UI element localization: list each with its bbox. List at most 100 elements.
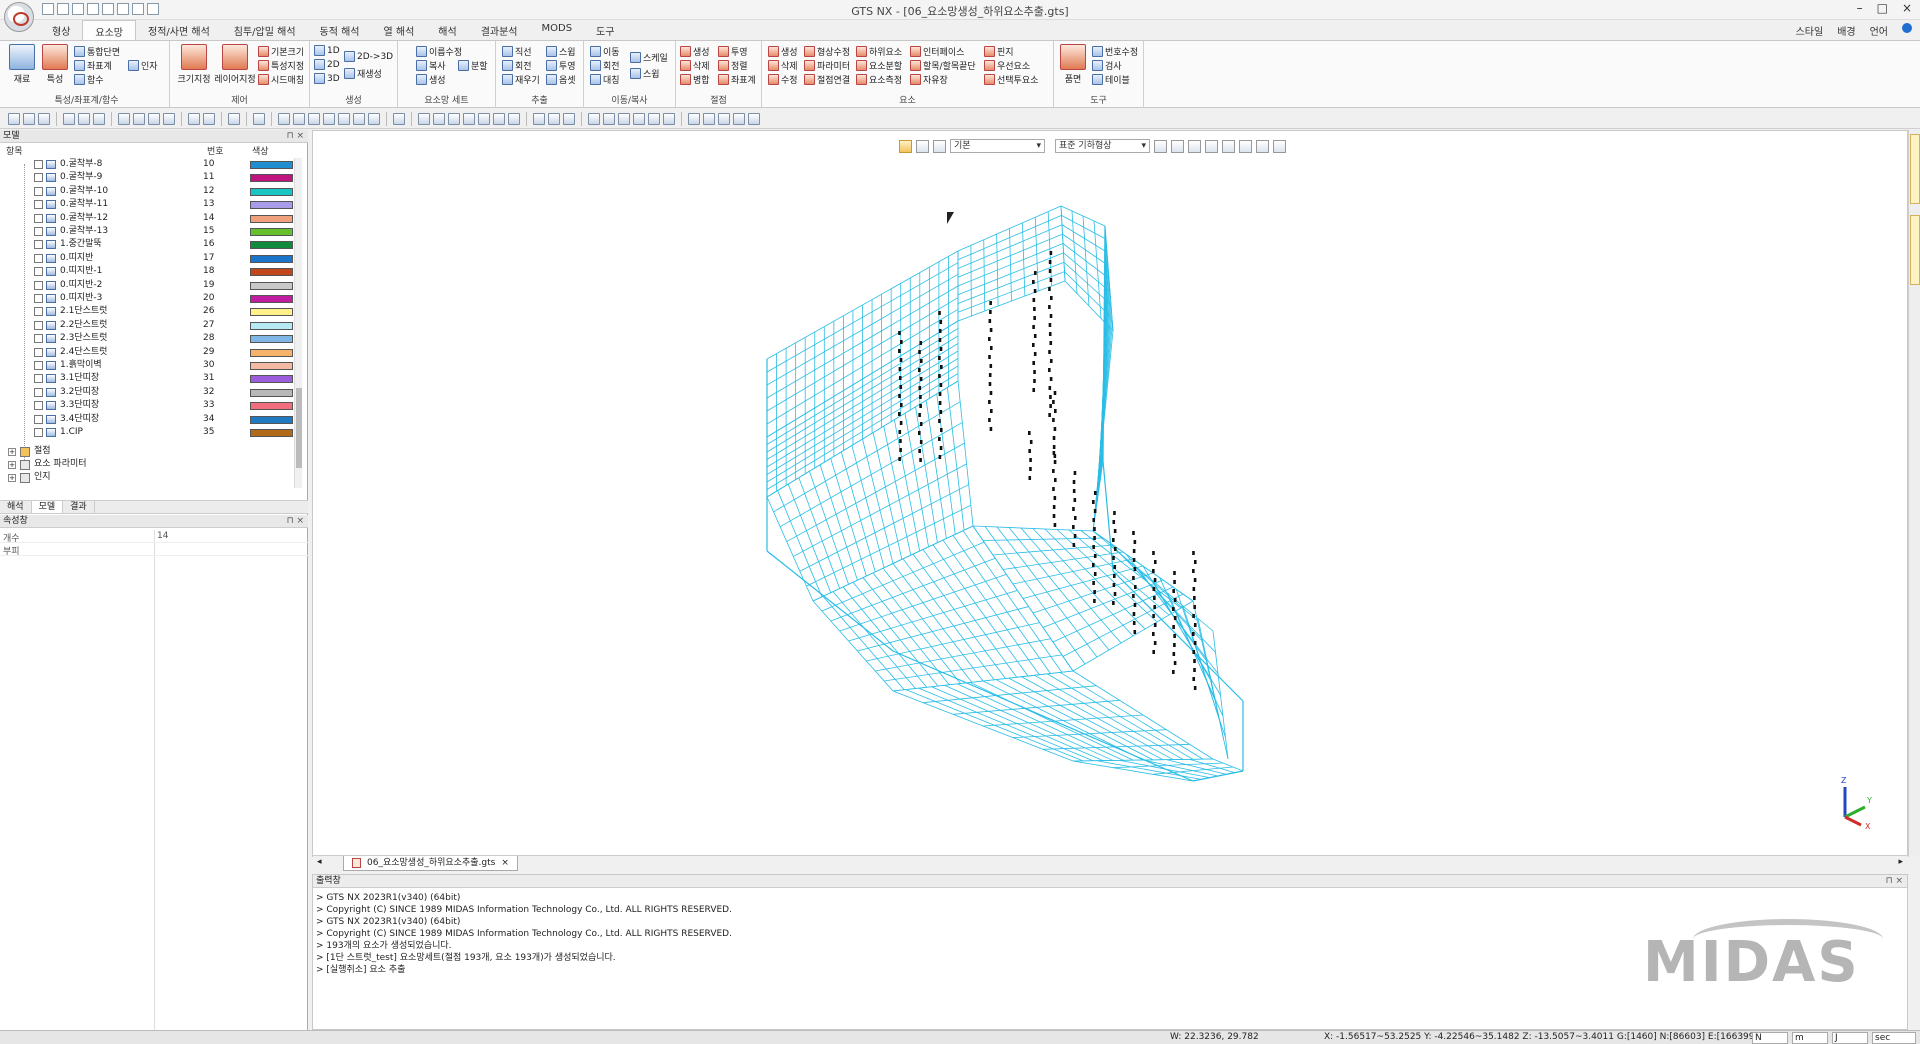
element-create-button[interactable]: 생성 — [768, 45, 798, 58]
factor-button[interactable]: 인자 — [128, 59, 158, 72]
coordinate-button[interactable]: 좌표계 — [74, 59, 112, 72]
size-button[interactable]: 크기지정 — [176, 44, 212, 85]
tab-analysis[interactable]: 해석 — [426, 20, 468, 40]
section-button[interactable]: 통합단면 — [74, 45, 120, 58]
base-size-button[interactable]: 기본크기 — [258, 45, 304, 58]
color-swatch[interactable] — [250, 348, 293, 357]
rename-button[interactable]: 이름수정 — [416, 45, 462, 58]
tree-item-mesh-set[interactable]: 0.띠지반-1 18 — [0, 265, 300, 278]
color-swatch[interactable] — [250, 254, 293, 263]
tab-mesh[interactable]: 요소망 — [82, 20, 137, 40]
visibility-checkbox[interactable] — [34, 361, 43, 370]
panel-pin-close-icon[interactable]: ⊓ × — [287, 515, 304, 527]
view-top-icon[interactable] — [648, 112, 660, 125]
color-swatch[interactable] — [250, 388, 293, 397]
node-delete-button[interactable]: 삭제 — [680, 59, 710, 72]
move-button[interactable]: 이동 — [590, 45, 620, 58]
workplane-icon[interactable] — [148, 112, 160, 125]
language-menu[interactable]: 언어 — [1870, 23, 1888, 38]
dock-tab-2[interactable] — [1910, 215, 1920, 285]
visibility-checkbox[interactable] — [34, 213, 43, 223]
tree-item-mesh-set[interactable]: 2.1단스트럿 26 — [0, 305, 300, 318]
node-merge-button[interactable]: 병합 — [680, 73, 710, 86]
priority-element-button[interactable]: 우선요소 — [984, 59, 1030, 72]
rotate-button[interactable]: 회전 — [590, 59, 620, 72]
panel-pin-close-icon[interactable]: ⊓ × — [1886, 875, 1903, 887]
expand-icon[interactable]: + — [8, 447, 16, 456]
view-front-icon[interactable] — [588, 112, 600, 125]
copy-set-button[interactable]: 복사 — [416, 59, 446, 72]
tab-analysis-tree[interactable]: 해석 — [0, 501, 32, 513]
style-menu[interactable]: 스타일 — [1796, 23, 1824, 38]
time-unit-select[interactable]: sec — [1872, 1032, 1916, 1044]
copy-view-icon[interactable] — [188, 112, 200, 125]
visibility-checkbox[interactable] — [34, 160, 43, 169]
mesh-wireframe-model[interactable] — [313, 131, 1909, 853]
query-element-icon[interactable] — [368, 112, 380, 125]
visibility-checkbox[interactable] — [34, 294, 43, 303]
tab-static-slope[interactable]: 정적/사면 해석 — [136, 20, 222, 40]
shading-icon[interactable] — [718, 112, 730, 125]
visibility-checkbox[interactable] — [34, 414, 43, 424]
query-icon[interactable] — [338, 112, 350, 125]
book-icon[interactable] — [253, 112, 265, 125]
tab-dynamic[interactable]: 동적 해석 — [308, 20, 372, 40]
tree-item-mesh-set[interactable]: 0.굴착부-10 12 — [0, 185, 300, 198]
node-connect-button[interactable]: 절점연결 — [804, 73, 850, 86]
visibility-checkbox[interactable] — [34, 428, 43, 437]
expand-icon[interactable]: + — [8, 473, 16, 482]
visibility-checkbox[interactable] — [34, 347, 43, 357]
view-left-icon[interactable] — [618, 112, 630, 125]
energy-unit-select[interactable]: J — [1832, 1032, 1868, 1044]
visibility-checkbox[interactable] — [34, 240, 43, 250]
tab-model-tree[interactable]: 모델 — [31, 501, 64, 513]
tree-node-hinge[interactable]: + 인지 — [8, 471, 51, 484]
zoom-in-icon[interactable] — [418, 112, 430, 125]
display-icon[interactable] — [63, 112, 75, 125]
color-swatch[interactable] — [250, 295, 293, 303]
sub-element-button[interactable]: 하위요소 — [856, 45, 902, 58]
tab-tools[interactable]: 도구 — [584, 20, 626, 40]
renumber-button[interactable]: 번호수정 — [1092, 45, 1138, 58]
color-swatch[interactable] — [250, 201, 293, 210]
regenerate-button[interactable]: 재생성 — [344, 67, 382, 80]
table-button[interactable]: 테이블 — [1092, 73, 1130, 86]
extract-project-button[interactable]: 투영 — [546, 59, 576, 72]
seed-match-button[interactable]: 시드매칭 — [258, 73, 304, 86]
extract-revolve-button[interactable]: 회전 — [502, 59, 532, 72]
visibility-checkbox[interactable] — [34, 307, 43, 317]
color-swatch[interactable] — [250, 268, 293, 277]
element-measure-button[interactable]: 요소측정 — [856, 73, 902, 86]
visibility-checkbox[interactable] — [34, 173, 43, 183]
app-menu-logo-icon[interactable] — [4, 2, 34, 32]
select-icon[interactable] — [8, 112, 20, 125]
tree-item-mesh-set[interactable]: 1.CIP 35 — [0, 426, 300, 439]
visibility-checkbox[interactable] — [34, 253, 43, 263]
minimize-button[interactable]: – — [1857, 1, 1863, 15]
element-modify-button[interactable]: 수정 — [768, 73, 798, 86]
tree-item-mesh-set[interactable]: 0.굴착부-9 11 — [0, 171, 300, 184]
wireframe-icon[interactable] — [733, 112, 745, 125]
view-right-icon[interactable] — [633, 112, 645, 125]
dock-tab-1[interactable] — [1910, 134, 1920, 204]
tree-item-mesh-set[interactable]: 0.굴착부-12 14 — [0, 212, 300, 225]
snap-icon[interactable] — [133, 112, 145, 125]
hide-icon[interactable] — [78, 112, 90, 125]
node-align-button[interactable]: 정렬 — [718, 59, 748, 72]
color-swatch[interactable] — [250, 415, 293, 424]
visibility-checkbox[interactable] — [34, 374, 43, 384]
view-back-icon[interactable] — [603, 112, 615, 125]
visibility-checkbox[interactable] — [34, 227, 43, 236]
transparency-icon[interactable] — [748, 112, 760, 125]
tree-item-mesh-set[interactable]: 3.4단띠장 34 — [0, 413, 300, 426]
tree-item-mesh-set[interactable]: 0.굴착부-11 13 — [0, 198, 300, 211]
parameter-button[interactable]: 파라미터 — [804, 59, 850, 72]
visibility-checkbox[interactable] — [34, 200, 43, 210]
anchor-button[interactable]: 할목/할목끝단 — [910, 59, 976, 72]
tree-item-mesh-set[interactable]: 3.2단띠장 32 — [0, 386, 300, 399]
pan-icon[interactable] — [508, 112, 520, 125]
color-swatch[interactable] — [250, 362, 293, 370]
extract-line-button[interactable]: 직선 — [502, 45, 532, 58]
mesh-2d-to-3d-button[interactable]: 2D->3D — [344, 51, 393, 62]
tree-item-mesh-set[interactable]: 2.3단스트럿 28 — [0, 332, 300, 345]
